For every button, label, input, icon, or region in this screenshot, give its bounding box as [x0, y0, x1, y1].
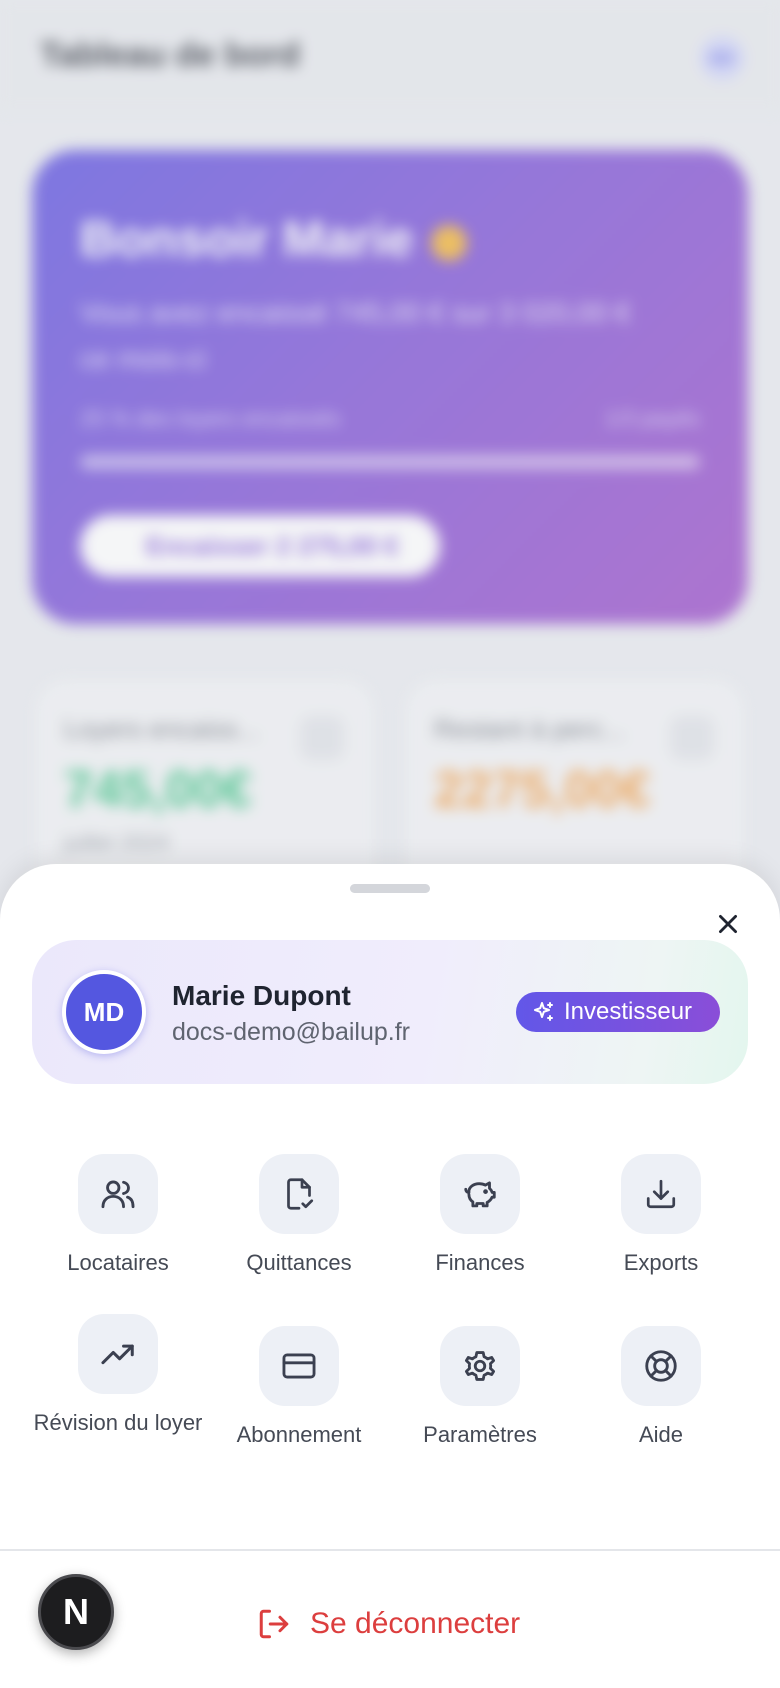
menu-item-revision-loyer[interactable]: Révision du loyer: [28, 1314, 208, 1436]
dev-tools-badge[interactable]: N: [38, 1574, 114, 1650]
user-name: Marie Dupont: [172, 980, 351, 1011]
plan-badge-label: Investisseur: [564, 998, 693, 1025]
menu-item-parametres[interactable]: Paramètres: [390, 1326, 570, 1448]
menu-item-label: Paramètres: [423, 1422, 537, 1447]
menu-item-icon-tile: [621, 1154, 701, 1234]
trending-up-icon: [101, 1344, 134, 1365]
close-icon: [719, 915, 737, 933]
divider: [0, 1549, 780, 1551]
avatar: MD: [62, 970, 146, 1054]
menu-item-finances[interactable]: Finances: [390, 1154, 570, 1276]
gear-icon: [464, 1351, 496, 1381]
logout-button[interactable]: Se déconnecter: [256, 1604, 520, 1644]
menu-item-exports[interactable]: Exports: [571, 1154, 751, 1276]
download-icon: [646, 1179, 676, 1209]
menu-item-icon-tile: [259, 1326, 339, 1406]
credit-card-icon: [282, 1353, 316, 1379]
menu-item-icon-tile: [78, 1154, 158, 1234]
user-email: docs-demo@bailup.fr: [172, 1018, 410, 1046]
menu-item-locataires[interactable]: Locataires: [28, 1154, 208, 1276]
menu-item-label: Aide: [638, 1422, 684, 1447]
account-bottom-sheet: MD Marie Dupont docs-demo@bailup.fr Inve…: [0, 864, 780, 1688]
logout-label: Se déconnecter: [310, 1607, 521, 1640]
menu-item-aide[interactable]: Aide: [571, 1326, 751, 1448]
plan-badge: Investisseur: [516, 992, 720, 1032]
menu-item-icon-tile: [78, 1314, 158, 1394]
menu-item-icon-tile: [259, 1154, 339, 1234]
menu-item-abonnement[interactable]: Abonnement: [209, 1326, 389, 1448]
menu-item-label: Finances: [435, 1250, 525, 1275]
menu-item-icon-tile: [440, 1154, 520, 1234]
menu-item-label: Exports: [623, 1250, 699, 1275]
users-icon: [101, 1180, 135, 1209]
menu-item-label: Révision du loyer: [33, 1410, 203, 1435]
profile-card: MD Marie Dupont docs-demo@bailup.fr Inve…: [32, 940, 748, 1084]
menu-item-quittances[interactable]: Quittances: [209, 1154, 389, 1276]
menu-item-label: Locataires: [67, 1250, 169, 1275]
menu-item-icon-tile: [440, 1326, 520, 1406]
logout-icon: [259, 1609, 289, 1639]
piggy-bank-icon: [464, 1181, 496, 1208]
menu-item-icon-tile: [621, 1326, 701, 1406]
file-check-icon: [287, 1178, 314, 1210]
sheet-drag-handle[interactable]: [350, 884, 430, 893]
lifebuoy-icon: [645, 1350, 677, 1382]
sparkles-icon: [534, 1002, 553, 1021]
menu-item-label: Abonnement: [236, 1422, 362, 1447]
menu-item-label: Quittances: [246, 1250, 352, 1275]
